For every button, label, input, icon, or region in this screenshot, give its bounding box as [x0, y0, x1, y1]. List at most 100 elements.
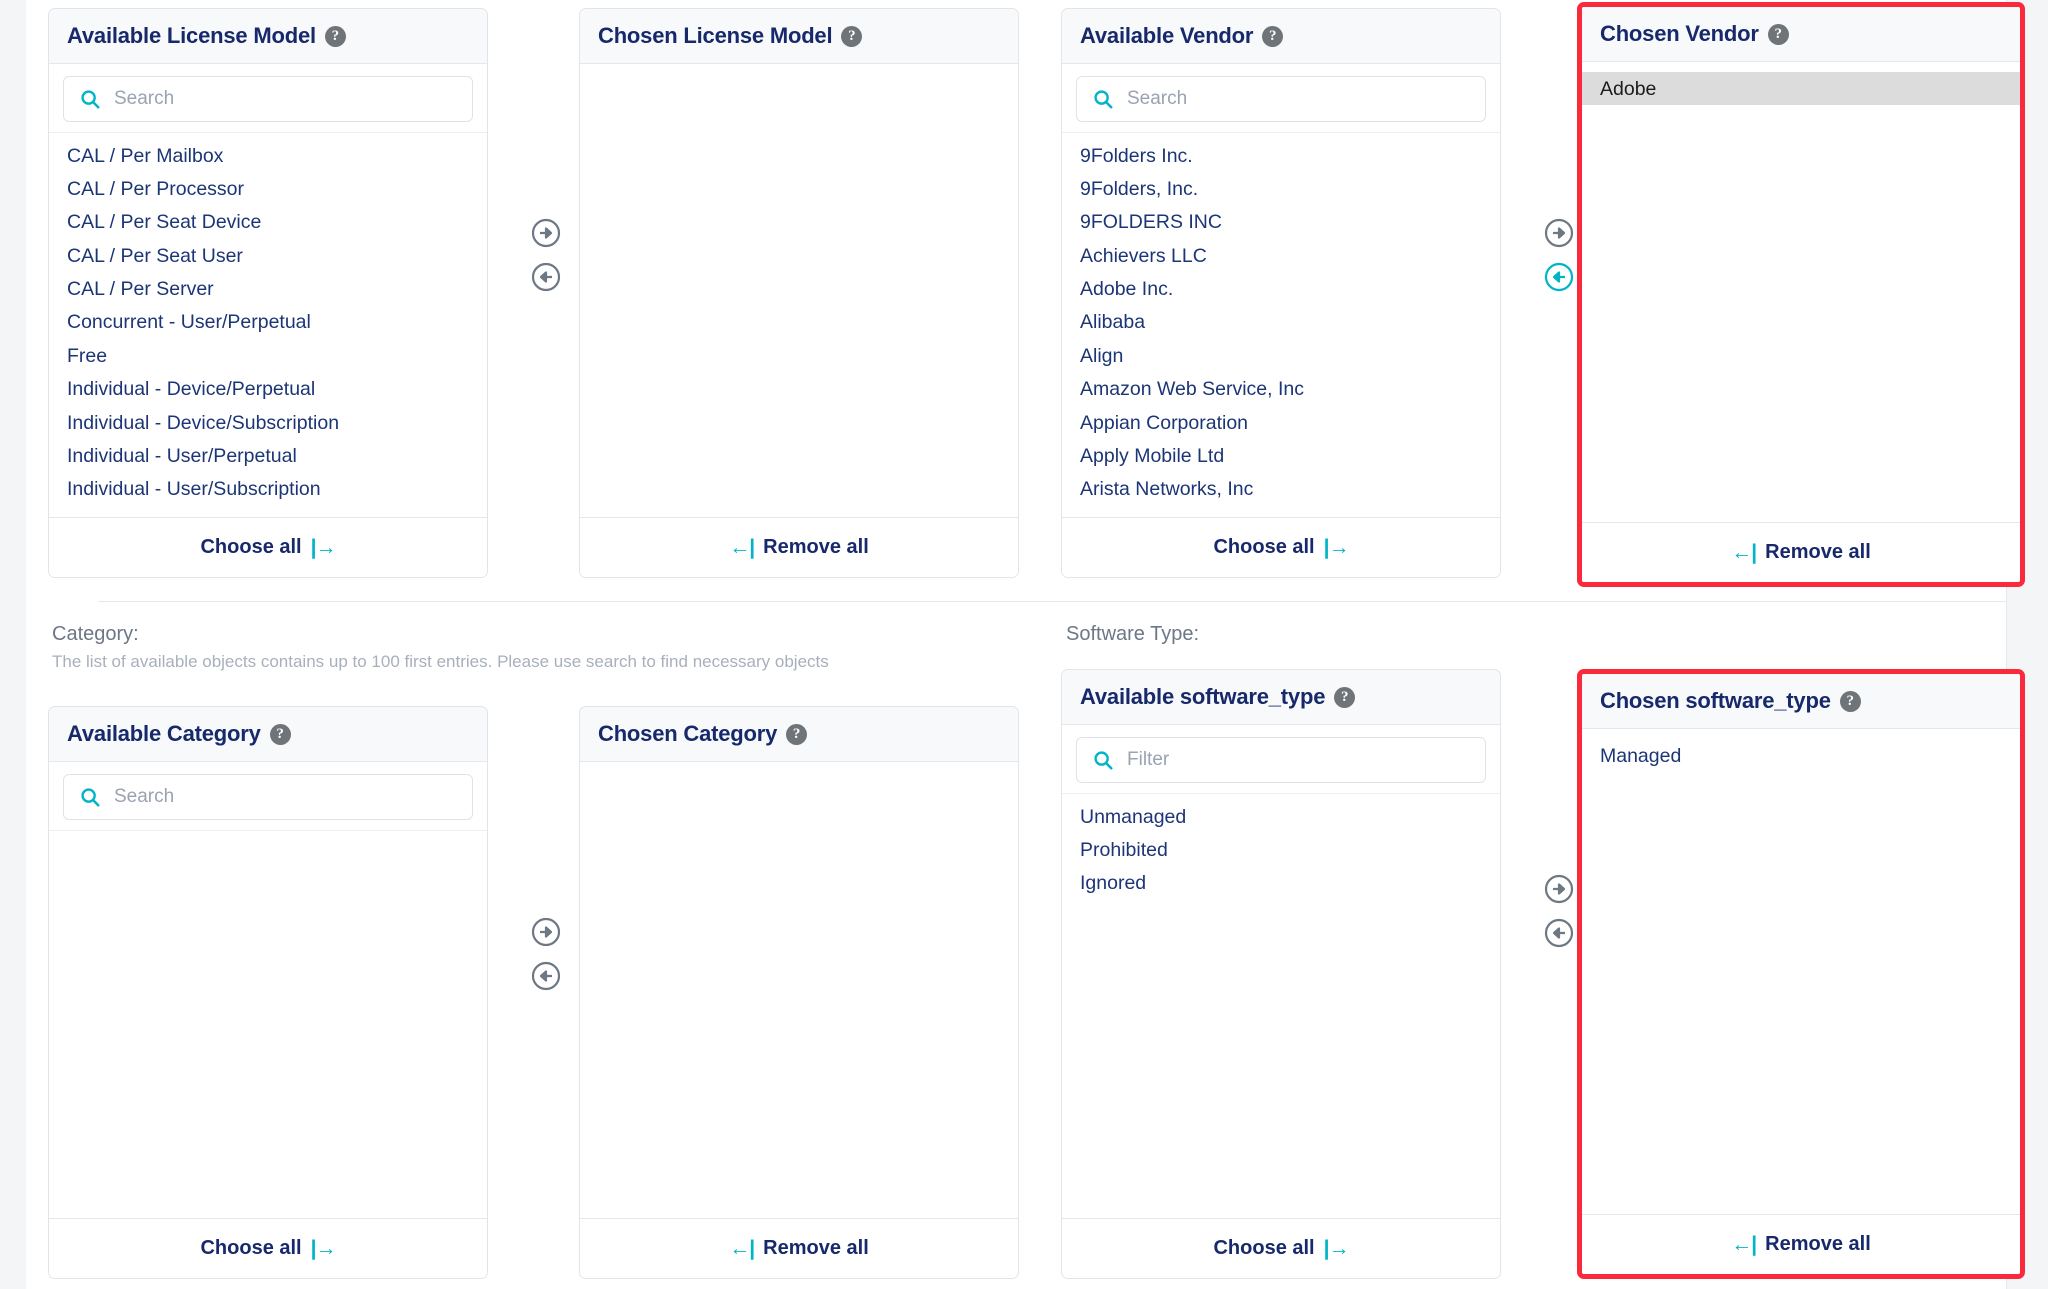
remove-all-label: ←| Remove all	[729, 536, 869, 560]
list-item[interactable]: CAL / Per Seat Device	[49, 206, 487, 239]
list-chosen-vendor[interactable]: Adobe	[1582, 62, 2020, 522]
help-circle-icon[interactable]: ?	[269, 723, 291, 745]
help-circle-icon[interactable]: ?	[1767, 23, 1789, 45]
panel-chosen-software-type: Chosen software_type ? Managed ←| Remove…	[1577, 669, 2025, 1279]
search-input-available-license-model[interactable]	[112, 77, 472, 121]
move-left-button-software-type[interactable]	[1544, 918, 1574, 948]
list-item[interactable]: Arista Networks, Inc	[1062, 473, 1500, 506]
software-type-field-label: Software Type:	[1066, 623, 1200, 645]
list-item[interactable]: Individual - User/Subscription	[49, 473, 487, 506]
list-item[interactable]: 9FOLDERS INC	[1062, 206, 1500, 239]
help-circle-icon[interactable]: ?	[1839, 690, 1861, 712]
choose-all-button-software-type[interactable]: Choose all |→	[1062, 1218, 1500, 1278]
list-item[interactable]: Free	[49, 339, 487, 372]
choose-all-text: Choose all	[1213, 536, 1315, 558]
list-item[interactable]: Adobe Inc.	[1062, 273, 1500, 306]
arrow-right-bar-icon: |→	[1323, 535, 1350, 559]
list-item[interactable]: Achievers LLC	[1062, 239, 1500, 272]
move-right-button-vendor[interactable]	[1544, 218, 1574, 248]
list-item[interactable]: Amazon Web Service, Inc	[1062, 373, 1500, 406]
list-item[interactable]: CAL / Per Mailbox	[49, 139, 487, 172]
list-item[interactable]: CAL / Per Processor	[49, 172, 487, 205]
panel-header-available-vendor: Available Vendor ?	[1062, 9, 1500, 64]
list-item[interactable]: 9Folders, Inc.	[1062, 172, 1500, 205]
filter-box-available-software-type[interactable]	[1076, 737, 1486, 783]
list-chosen-software-type[interactable]: Managed	[1582, 729, 2020, 1214]
move-right-button-license-model[interactable]	[531, 218, 561, 248]
section-divider	[98, 601, 2006, 602]
panel-title-chosen-vendor: Chosen Vendor	[1600, 21, 1759, 46]
move-right-button-category[interactable]	[531, 917, 561, 947]
move-left-button-license-model[interactable]	[531, 262, 561, 292]
choose-all-button-category[interactable]: Choose all |→	[49, 1218, 487, 1278]
list-item[interactable]: Ignored	[1062, 867, 1500, 900]
remove-all-text: Remove all	[763, 536, 869, 558]
help-circle-icon[interactable]: ?	[841, 25, 863, 47]
choose-all-button-license-model[interactable]: Choose all |→	[49, 517, 487, 577]
search-box-available-category[interactable]	[63, 774, 473, 820]
search-input-available-category[interactable]	[112, 775, 472, 819]
remove-all-label: ←| Remove all	[1731, 1233, 1871, 1257]
panel-title-available-category: Available Category	[67, 721, 261, 746]
panel-available-vendor: Available Vendor ? 9Folders Inc.9Folders…	[1061, 8, 1501, 578]
remove-all-text: Remove all	[763, 1237, 869, 1259]
arrow-right-bar-icon: |→	[1323, 1236, 1350, 1260]
help-circle-icon[interactable]: ?	[1262, 25, 1284, 47]
list-item[interactable]: Alibaba	[1062, 306, 1500, 339]
remove-all-button-license-model[interactable]: ←| Remove all	[580, 517, 1018, 577]
list-item[interactable]: CAL / Per Server	[49, 273, 487, 306]
remove-all-button-category[interactable]: ←| Remove all	[580, 1218, 1018, 1278]
list-item[interactable]: Appian Corporation	[1062, 406, 1500, 439]
list-item[interactable]: Individual - User/Perpetual	[49, 439, 487, 472]
choose-all-text: Choose all	[1213, 1237, 1315, 1259]
list-item[interactable]: Unmanaged	[1062, 800, 1500, 833]
list-item[interactable]: Individual - Device/Subscription	[49, 406, 487, 439]
search-icon	[81, 90, 100, 109]
list-item[interactable]: Individual - Device/Perpetual	[49, 373, 487, 406]
search-icon	[1094, 90, 1113, 109]
list-item[interactable]: 9Folders Inc.	[1062, 139, 1500, 172]
list-chosen-category[interactable]	[580, 762, 1018, 1218]
filter-input-available-software-type[interactable]	[1125, 738, 1485, 782]
help-circle-icon[interactable]: ?	[786, 723, 808, 745]
list-item[interactable]: Managed	[1582, 739, 2020, 772]
list-available-software-type[interactable]: Unmanaged Prohibited Ignored	[1062, 793, 1500, 1218]
search-input-available-vendor[interactable]	[1125, 77, 1485, 121]
move-right-button-software-type[interactable]	[1544, 874, 1574, 904]
remove-all-button-vendor[interactable]: ←| Remove all	[1582, 522, 2020, 582]
list-available-vendor[interactable]: 9Folders Inc. 9Folders, Inc. 9FOLDERS INC A…	[1062, 132, 1500, 517]
remove-all-text: Remove all	[1765, 541, 1871, 563]
move-left-button-category[interactable]	[531, 961, 561, 991]
search-box-available-license-model[interactable]	[63, 76, 473, 122]
arrow-right-bar-icon: |→	[310, 535, 337, 559]
search-wrap-available-category	[49, 762, 487, 830]
arrow-right-bar-icon: |→	[310, 1236, 337, 1260]
list-item[interactable]: Apply Mobile Ltd	[1062, 439, 1500, 472]
list-available-category[interactable]	[49, 830, 487, 1218]
arrow-left-bar-icon: ←|	[1731, 540, 1757, 564]
help-circle-icon[interactable]: ?	[324, 25, 346, 47]
remove-all-button-software-type[interactable]: ←| Remove all	[1582, 1214, 2020, 1274]
remove-all-text: Remove all	[1765, 1233, 1871, 1255]
list-item[interactable]: Concurrent - User/Perpetual	[49, 306, 487, 339]
list-chosen-license-model[interactable]	[580, 64, 1018, 517]
panel-header-chosen-license-model: Chosen License Model ?	[580, 9, 1018, 64]
arrow-left-bar-icon: ←|	[729, 535, 755, 559]
search-box-available-vendor[interactable]	[1076, 76, 1486, 122]
list-item[interactable]: Prohibited	[1062, 833, 1500, 866]
list-available-license-model[interactable]: CAL / Per Mailbox CAL / Per Processor CAL …	[49, 132, 487, 517]
choose-all-button-vendor[interactable]: Choose all |→	[1062, 517, 1500, 577]
panel-title-chosen-license-model: Chosen License Model	[598, 23, 833, 48]
transfer-controls-software-type	[1544, 874, 1574, 948]
panel-chosen-category: Chosen Category ? ←| Remove all	[579, 706, 1019, 1279]
panel-available-software-type: Available software_type ? UnmanagedProhi…	[1061, 669, 1501, 1279]
list-item[interactable]: CAL / Per Seat User	[49, 239, 487, 272]
transfer-controls-vendor	[1544, 218, 1574, 292]
choose-all-label: Choose all |→	[200, 1236, 337, 1261]
panel-chosen-license-model: Chosen License Model ? ←| Remove all	[579, 8, 1019, 578]
list-item[interactable]: Adobe	[1582, 72, 2020, 106]
search-wrap-available-license-model	[49, 64, 487, 132]
help-circle-icon[interactable]: ?	[1334, 686, 1356, 708]
move-left-button-vendor[interactable]	[1544, 262, 1574, 292]
list-item[interactable]: Align	[1062, 339, 1500, 372]
